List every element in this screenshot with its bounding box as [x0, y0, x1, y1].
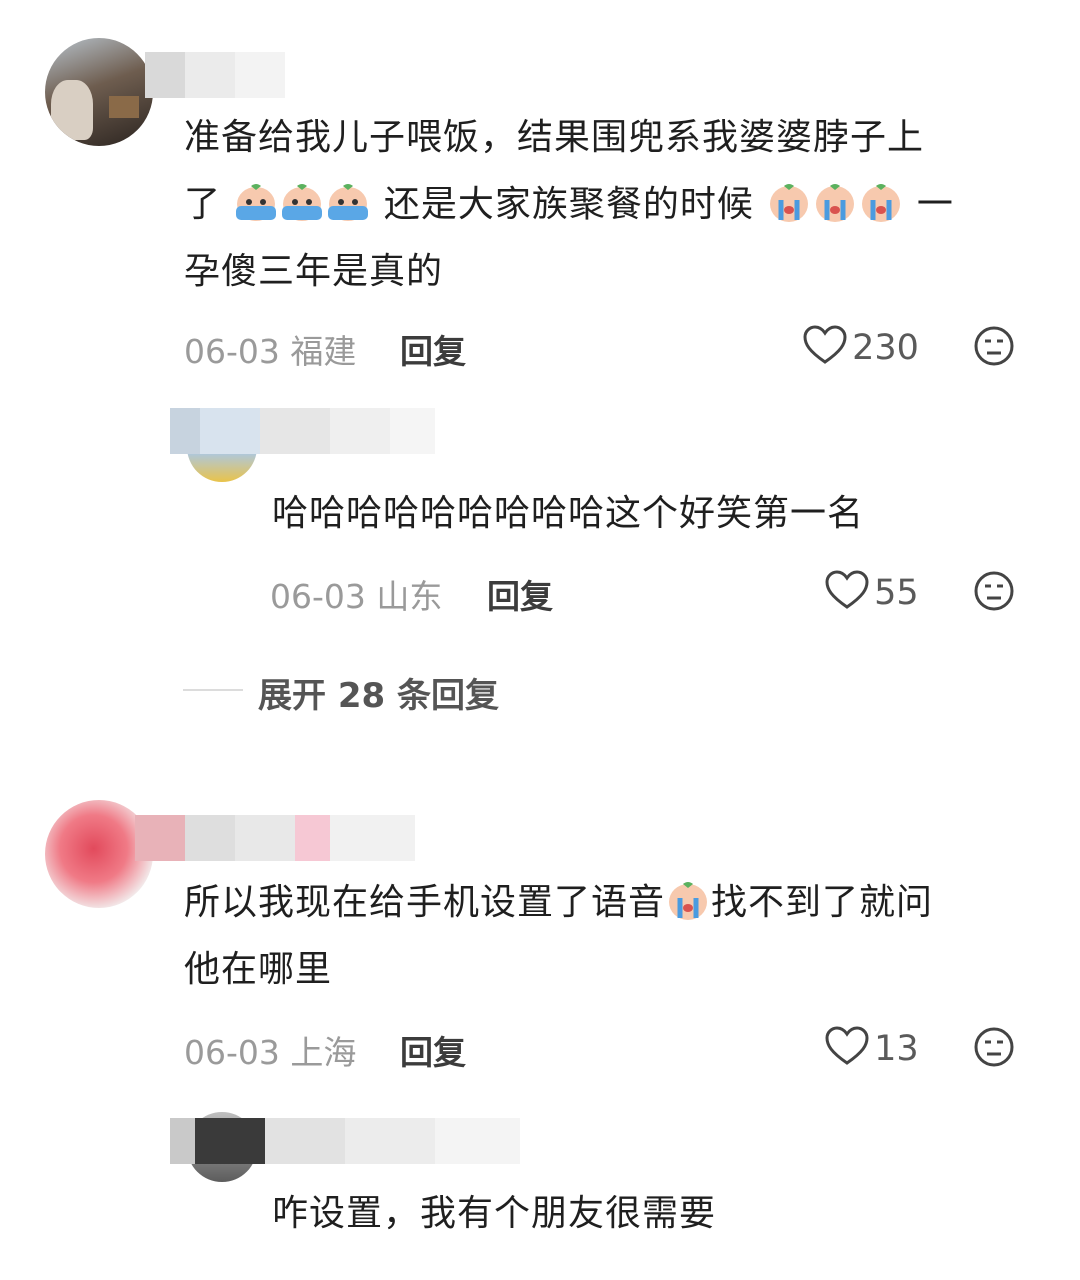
comment-text: 所以我现在给手机设置了语音 找不到了就问 他在哪里: [184, 869, 1054, 1003]
like-count: 230: [852, 328, 919, 368]
like-count: 13: [874, 1029, 919, 1069]
heart-icon: [825, 570, 869, 614]
comment-meta: 06-03 福建: [184, 325, 356, 373]
crying-face-emoji-icon: [813, 179, 857, 223]
like-count: 55: [874, 573, 919, 613]
dislike-face-icon[interactable]: [974, 1027, 1014, 1071]
comment-date: 06-03: [270, 577, 366, 616]
comment-meta: 06-03 上海: [184, 1026, 356, 1074]
expand-replies-button[interactable]: 展开 28 条回复: [258, 668, 499, 717]
username-blurred[interactable]: [135, 815, 415, 861]
comment-text: 咋设置，我有个朋友很需要: [272, 1193, 717, 1234]
crying-emoji-icon: [234, 179, 278, 223]
comment-location: 山东: [376, 577, 443, 616]
crying-face-emoji-icon: [859, 179, 903, 223]
crying-face-emoji-icon: [767, 179, 811, 223]
like-button[interactable]: 55: [825, 570, 919, 614]
heart-icon: [825, 1026, 869, 1070]
like-button[interactable]: 230: [803, 325, 919, 369]
comment-date: 06-03: [184, 1033, 280, 1072]
crying-face-emoji-icon: [666, 877, 710, 921]
comment-text: 准备给我儿子喂饭，结果围兜系我婆婆脖子上 了 还是大家族聚餐的时候 一 孕傻三年…: [184, 117, 954, 292]
comment-text: 哈哈哈哈哈哈哈哈哈这个好笑第一名: [272, 493, 865, 534]
comment-date: 06-03: [184, 332, 280, 371]
crying-emoji-icon: [280, 179, 324, 223]
comment-location: 福建: [290, 332, 357, 371]
comment-meta: 06-03 山东: [270, 570, 442, 618]
avatar[interactable]: [45, 38, 153, 146]
username-blurred[interactable]: [170, 408, 435, 454]
comment-location: 上海: [290, 1033, 357, 1072]
crying-emoji-icon: [326, 179, 370, 223]
like-button[interactable]: 13: [825, 1026, 919, 1070]
reply-button[interactable]: 回复: [400, 1026, 466, 1074]
reply-button[interactable]: 回复: [400, 325, 466, 373]
dislike-face-icon[interactable]: [974, 571, 1014, 615]
username-blurred[interactable]: [170, 1118, 520, 1164]
heart-icon: [803, 325, 847, 369]
reply-button[interactable]: 回复: [487, 570, 553, 618]
bottom-spacer: [0, 1262, 1080, 1280]
dislike-face-icon[interactable]: [974, 326, 1014, 370]
username-blurred[interactable]: [145, 52, 285, 98]
divider-line: [183, 689, 243, 691]
